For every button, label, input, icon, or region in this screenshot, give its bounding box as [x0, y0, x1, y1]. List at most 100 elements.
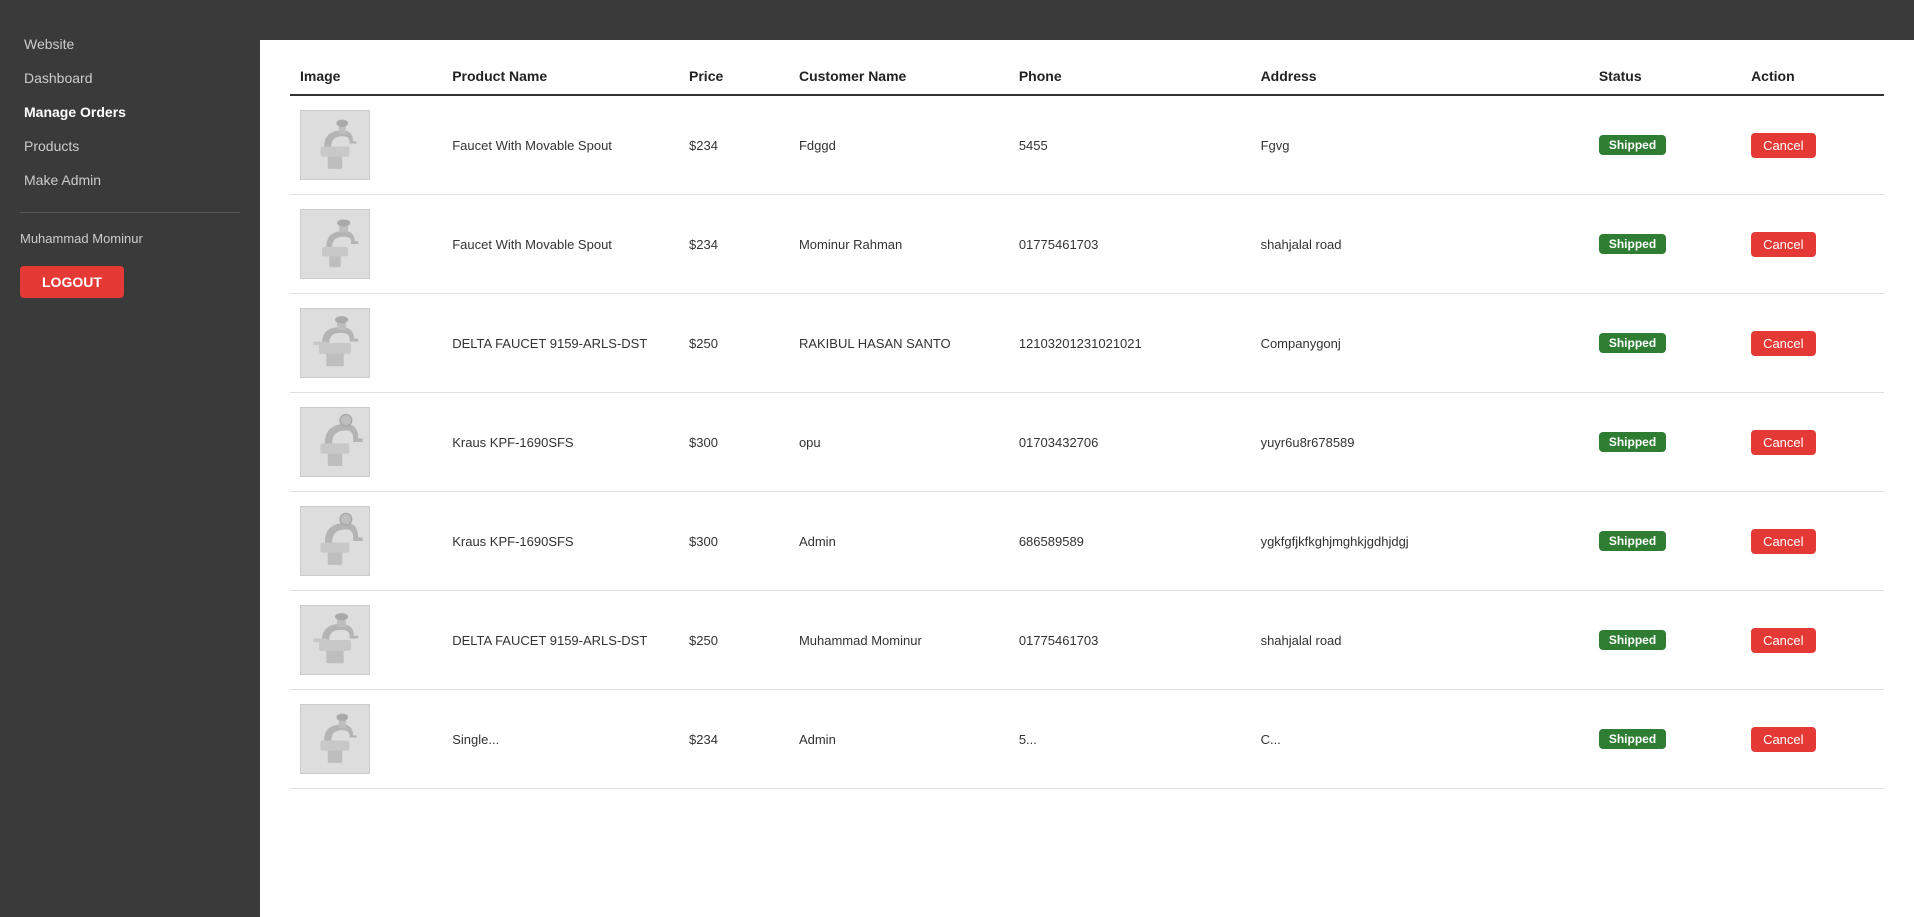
- product-image-cell: [290, 591, 442, 690]
- price-cell: $234: [679, 690, 789, 789]
- product-name-cell: Faucet With Movable Spout: [442, 195, 679, 294]
- phone-cell: 686589589: [1009, 492, 1251, 591]
- customer-name-cell: Admin: [789, 690, 1009, 789]
- customer-name-cell: Admin: [789, 492, 1009, 591]
- status-badge: Shipped: [1599, 630, 1666, 650]
- product-image-cell: [290, 492, 442, 591]
- product-image: [300, 110, 370, 180]
- page-header: [260, 0, 1914, 40]
- sidebar-nav: Website Dashboard Manage Orders Products…: [0, 30, 260, 194]
- address-cell: Companygonj: [1251, 294, 1589, 393]
- sidebar-item-dashboard[interactable]: Dashboard: [20, 64, 240, 92]
- sidebar-item-manage-orders[interactable]: Manage Orders: [20, 98, 240, 126]
- product-name-cell: DELTA FAUCET 9159-ARLS-DST: [442, 591, 679, 690]
- product-image: [300, 308, 370, 378]
- product-image: [300, 209, 370, 279]
- main-content: Image Product Name Price Customer Name P…: [260, 0, 1914, 917]
- action-cell[interactable]: Cancel: [1741, 690, 1884, 789]
- action-cell[interactable]: Cancel: [1741, 294, 1884, 393]
- sidebar-item-website[interactable]: Website: [20, 30, 240, 58]
- cancel-button[interactable]: Cancel: [1751, 628, 1815, 653]
- orders-table: Image Product Name Price Customer Name P…: [290, 60, 1884, 789]
- price-cell: $300: [679, 492, 789, 591]
- cancel-button[interactable]: Cancel: [1751, 430, 1815, 455]
- table-row: DELTA FAUCET 9159-ARLS-DST$250Muhammad M…: [290, 591, 1884, 690]
- price-cell: $250: [679, 294, 789, 393]
- table-row: Single...$234Admin5...C... Shipped Cancel: [290, 690, 1884, 789]
- cancel-button[interactable]: Cancel: [1751, 133, 1815, 158]
- col-header-address: Address: [1251, 60, 1589, 95]
- col-header-action: Action: [1741, 60, 1884, 95]
- product-name-cell: DELTA FAUCET 9159-ARLS-DST: [442, 294, 679, 393]
- status-badge: Shipped: [1599, 432, 1666, 452]
- orders-table-wrap: Image Product Name Price Customer Name P…: [260, 40, 1914, 809]
- phone-cell: 01775461703: [1009, 591, 1251, 690]
- phone-cell: 01775461703: [1009, 195, 1251, 294]
- product-name-cell: Faucet With Movable Spout: [442, 95, 679, 195]
- price-cell: $234: [679, 95, 789, 195]
- product-name-cell: Kraus KPF-1690SFS: [442, 393, 679, 492]
- status-badge: Shipped: [1599, 333, 1666, 353]
- col-header-status: Status: [1589, 60, 1741, 95]
- table-header-row: Image Product Name Price Customer Name P…: [290, 60, 1884, 95]
- sidebar-item-products[interactable]: Products: [20, 132, 240, 160]
- customer-name-cell: Fdggd: [789, 95, 1009, 195]
- table-row: Kraus KPF-1690SFS$300opu01703432706yuyr6…: [290, 393, 1884, 492]
- action-cell[interactable]: Cancel: [1741, 591, 1884, 690]
- address-cell: ygkfgfjkfkghjmghkjgdhjdgj: [1251, 492, 1589, 591]
- product-image-cell: [290, 95, 442, 195]
- status-cell: Shipped: [1589, 393, 1741, 492]
- product-image: [300, 704, 370, 774]
- status-badge: Shipped: [1599, 234, 1666, 254]
- customer-name-cell: RAKIBUL HASAN SANTO: [789, 294, 1009, 393]
- phone-cell: 01703432706: [1009, 393, 1251, 492]
- col-header-customer: Customer Name: [789, 60, 1009, 95]
- product-name-cell: Kraus KPF-1690SFS: [442, 492, 679, 591]
- status-cell: Shipped: [1589, 591, 1741, 690]
- status-cell: Shipped: [1589, 195, 1741, 294]
- product-image-cell: [290, 690, 442, 789]
- address-cell: Fgvg: [1251, 95, 1589, 195]
- action-cell[interactable]: Cancel: [1741, 393, 1884, 492]
- status-badge: Shipped: [1599, 531, 1666, 551]
- address-cell: C...: [1251, 690, 1589, 789]
- status-cell: Shipped: [1589, 690, 1741, 789]
- action-cell[interactable]: Cancel: [1741, 492, 1884, 591]
- table-row: Kraus KPF-1690SFS$300Admin686589589ygkfg…: [290, 492, 1884, 591]
- cancel-button[interactable]: Cancel: [1751, 727, 1815, 752]
- status-cell: Shipped: [1589, 294, 1741, 393]
- cancel-button[interactable]: Cancel: [1751, 529, 1815, 554]
- sidebar-username: Muhammad Mominur: [0, 231, 260, 246]
- price-cell: $300: [679, 393, 789, 492]
- product-name-cell: Single...: [442, 690, 679, 789]
- phone-cell: 12103201231021021: [1009, 294, 1251, 393]
- status-cell: Shipped: [1589, 492, 1741, 591]
- logout-button[interactable]: LOGOUT: [20, 266, 124, 298]
- address-cell: yuyr6u8r678589: [1251, 393, 1589, 492]
- cancel-button[interactable]: Cancel: [1751, 331, 1815, 356]
- table-head: Image Product Name Price Customer Name P…: [290, 60, 1884, 95]
- table-row: Faucet With Movable Spout$234Mominur Rah…: [290, 195, 1884, 294]
- action-cell[interactable]: Cancel: [1741, 95, 1884, 195]
- action-cell[interactable]: Cancel: [1741, 195, 1884, 294]
- sidebar-item-make-admin[interactable]: Make Admin: [20, 166, 240, 194]
- status-badge: Shipped: [1599, 135, 1666, 155]
- product-image-cell: [290, 393, 442, 492]
- status-badge: Shipped: [1599, 729, 1666, 749]
- phone-cell: 5...: [1009, 690, 1251, 789]
- product-image: [300, 605, 370, 675]
- address-cell: shahjalal road: [1251, 195, 1589, 294]
- cancel-button[interactable]: Cancel: [1751, 232, 1815, 257]
- customer-name-cell: Muhammad Mominur: [789, 591, 1009, 690]
- customer-name-cell: opu: [789, 393, 1009, 492]
- status-cell: Shipped: [1589, 95, 1741, 195]
- price-cell: $250: [679, 591, 789, 690]
- sidebar-divider: [20, 212, 240, 213]
- col-header-phone: Phone: [1009, 60, 1251, 95]
- price-cell: $234: [679, 195, 789, 294]
- product-image-cell: [290, 195, 442, 294]
- product-image: [300, 506, 370, 576]
- customer-name-cell: Mominur Rahman: [789, 195, 1009, 294]
- col-header-price: Price: [679, 60, 789, 95]
- sidebar: Website Dashboard Manage Orders Products…: [0, 0, 260, 917]
